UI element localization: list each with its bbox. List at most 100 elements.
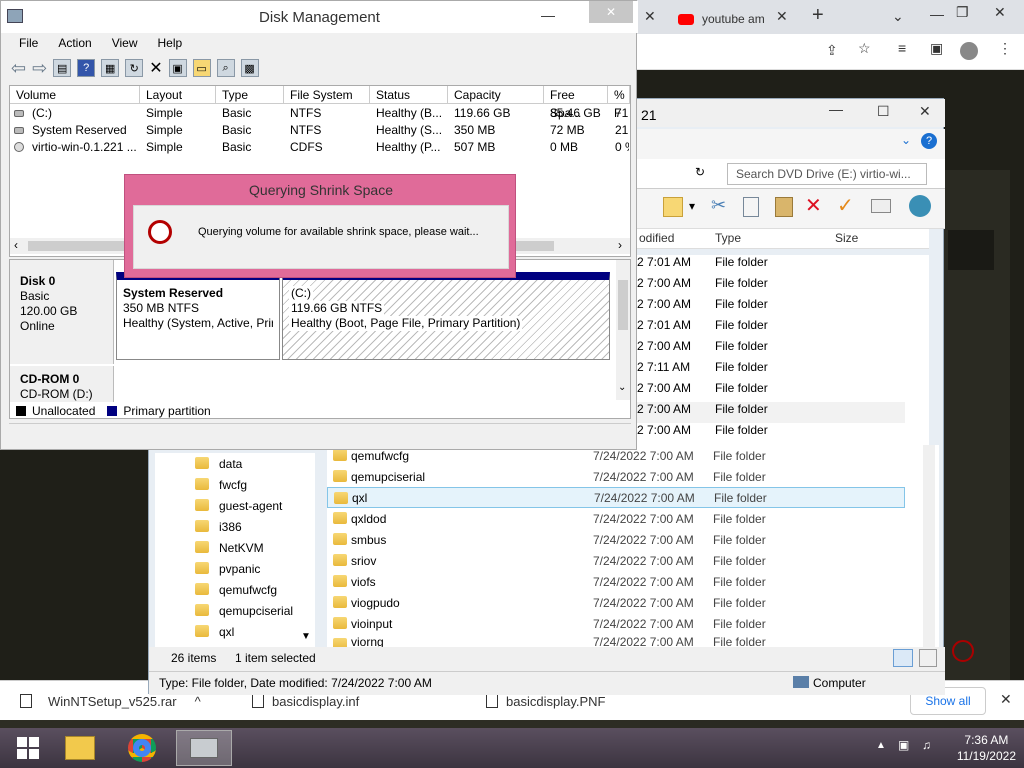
refresh-icon[interactable]: ↻ xyxy=(125,59,144,77)
cut-icon[interactable]: ✂ xyxy=(711,195,726,216)
minimize-icon[interactable]: — xyxy=(930,6,944,22)
close-icon[interactable]: ✕ xyxy=(1000,691,1012,708)
close-window-icon[interactable]: ✕ xyxy=(994,4,1006,21)
properties-icon[interactable] xyxy=(909,195,931,217)
console-icon[interactable]: ▦ xyxy=(101,59,120,77)
table-row-selected[interactable]: qxl 7/24/2022 7:00 AM File folder xyxy=(327,487,905,508)
chevron-up-icon[interactable]: ▲ xyxy=(876,740,886,751)
properties-icon[interactable]: ▣ xyxy=(168,59,187,77)
table-row[interactable]: smbus 7/24/2022 7:00 AM File folder xyxy=(327,529,905,550)
disk0-label[interactable]: Disk 0 Basic 120.00 GB Online xyxy=(10,260,114,364)
delete-icon[interactable]: ✕ xyxy=(805,193,822,218)
table-row[interactable]: viogpudo 7/24/2022 7:00 AM File folder xyxy=(327,592,905,613)
share-icon[interactable]: ⇪ xyxy=(826,42,838,59)
taskbar-disk-management[interactable] xyxy=(176,730,232,766)
column-volume[interactable]: Volume xyxy=(10,86,140,104)
cdrom-label[interactable]: CD-ROM 0 CD-ROM (D:) xyxy=(10,366,114,402)
restore-icon[interactable]: ❐ xyxy=(956,4,969,21)
table-row[interactable]: System Reserved Simple Basic NTFS Health… xyxy=(10,122,630,139)
list-item[interactable]: 2 7:00 AM File folder xyxy=(637,297,768,318)
maximize-icon[interactable]: ☐ xyxy=(877,103,890,120)
list-item[interactable]: 2 7:00 AM File folder xyxy=(637,381,768,402)
large-icons-view-icon[interactable] xyxy=(919,649,937,667)
list-item[interactable]: 2 7:01 AM File folder xyxy=(637,318,768,339)
taskbar-explorer[interactable] xyxy=(52,730,108,766)
vertical-scrollbar[interactable]: ⌄ xyxy=(616,260,630,400)
column-status[interactable]: Status xyxy=(370,86,448,104)
scroll-right-icon[interactable]: › xyxy=(618,238,622,252)
copy-icon[interactable] xyxy=(743,197,759,217)
table-row[interactable]: viofs 7/24/2022 7:00 AM File folder xyxy=(327,571,905,592)
menu-action[interactable]: Action xyxy=(58,36,91,50)
chevron-up-icon[interactable]: ^ xyxy=(185,694,201,709)
taskbar-chrome[interactable] xyxy=(114,730,170,766)
search-input[interactable]: Search DVD Drive (E:) virtio-wi... xyxy=(727,163,927,185)
table-row[interactable]: virtio-win-0.1.221 ... Simple Basic CDFS… xyxy=(10,139,630,156)
chevron-down-icon[interactable]: ⌄ xyxy=(901,133,911,147)
clock[interactable]: 7:36 AM 11/19/2022 xyxy=(957,732,1016,764)
profile-avatar[interactable] xyxy=(960,42,978,60)
scroll-left-icon[interactable]: ‹ xyxy=(14,238,18,252)
table-row[interactable]: (C:) Simple Basic NTFS Healthy (B... 119… xyxy=(10,105,630,122)
sidepanel-icon[interactable]: ▣ xyxy=(930,40,943,57)
column-modified[interactable]: odified xyxy=(639,231,674,245)
minimize-icon[interactable]: — xyxy=(829,101,843,117)
close-tab-icon[interactable]: ✕ xyxy=(644,8,656,25)
start-button[interactable] xyxy=(0,730,56,766)
search-icon[interactable]: ⌕ xyxy=(216,59,235,77)
show-hide-tree-icon[interactable]: ▤ xyxy=(53,59,72,77)
network-icon[interactable]: ▣ xyxy=(898,738,909,752)
menu-help[interactable]: Help xyxy=(158,36,183,50)
scroll-down-icon[interactable]: ⌄ xyxy=(618,382,626,393)
refresh-icon[interactable]: ↻ xyxy=(695,165,705,179)
table-row[interactable]: sriov 7/24/2022 7:00 AM File folder xyxy=(327,550,905,571)
column-type[interactable]: Type xyxy=(216,86,284,104)
table-row[interactable]: qemupciserial 7/24/2022 7:00 AM File folde… xyxy=(327,466,905,487)
list-item[interactable]: 2 7:11 AM File folder xyxy=(637,360,768,381)
scroll-thumb[interactable] xyxy=(618,280,628,330)
paste-icon[interactable] xyxy=(775,197,793,217)
delete-icon[interactable]: ✕ xyxy=(149,58,162,78)
column-file-system[interactable]: File System xyxy=(284,86,370,104)
open-folder-icon[interactable]: ▭ xyxy=(192,59,211,77)
partition-system-reserved[interactable]: System Reserved 350 MB NTFS Healthy (Sys… xyxy=(116,272,280,360)
column-size[interactable]: Size xyxy=(835,231,858,245)
chevron-down-icon[interactable]: ⌄ xyxy=(892,8,904,25)
new-tab-icon[interactable]: + xyxy=(812,4,824,27)
folder-icon[interactable] xyxy=(663,197,683,217)
menu-file[interactable]: File xyxy=(19,36,38,50)
menu-view[interactable]: View xyxy=(112,36,138,50)
volume-icon[interactable]: ♫ xyxy=(922,738,931,752)
scroll-down-icon[interactable]: ▼ xyxy=(301,631,311,642)
help-icon[interactable]: ? xyxy=(77,59,96,77)
column-layout[interactable]: Layout xyxy=(140,86,216,104)
details-view-icon[interactable] xyxy=(893,649,913,667)
column-percent-free[interactable]: % F xyxy=(608,86,630,120)
partition-c[interactable]: (C:) 119.66 GB NTFS Healthy (Boot, Page … xyxy=(282,272,610,360)
close-icon[interactable]: ✕ xyxy=(919,103,931,120)
column-type[interactable]: Type xyxy=(715,231,741,245)
table-row[interactable]: qxldod 7/24/2022 7:00 AM File folder xyxy=(327,508,905,529)
column-capacity[interactable]: Capacity xyxy=(448,86,544,104)
list-item[interactable]: 2 7:01 AM File folder xyxy=(637,255,768,276)
column-free-space[interactable]: Free Spa... xyxy=(544,86,608,120)
list-item[interactable]: 2 7:00 AM File folder xyxy=(637,276,768,297)
chevron-down-icon[interactable]: ▾ xyxy=(689,199,695,213)
disk-icon[interactable]: ▩ xyxy=(240,59,259,77)
close-tab-icon[interactable]: ✕ xyxy=(776,8,788,25)
media-icon[interactable]: ≡ xyxy=(898,40,906,56)
list-item[interactable]: 2 7:00 AM File folder xyxy=(629,402,905,423)
list-item[interactable]: 2 7:00 AM File folder xyxy=(637,423,768,444)
table-row[interactable]: vioinput 7/24/2022 7:00 AM File folder xyxy=(327,613,905,634)
back-arrow-icon[interactable]: ⇦ xyxy=(11,58,26,79)
checkmark-icon[interactable]: ✓ xyxy=(837,193,854,218)
forward-arrow-icon[interactable]: ⇨ xyxy=(32,58,47,79)
rename-icon[interactable] xyxy=(871,199,891,213)
minimize-icon[interactable]: — xyxy=(541,7,555,23)
star-icon[interactable]: ☆ xyxy=(858,40,871,57)
help-icon[interactable]: ? xyxy=(921,133,937,149)
menu-icon[interactable]: ⋮ xyxy=(998,40,1012,57)
scrollbar[interactable] xyxy=(923,445,935,649)
close-button[interactable]: ✕ xyxy=(589,1,633,23)
list-item[interactable]: 2 7:00 AM File folder xyxy=(637,339,768,360)
